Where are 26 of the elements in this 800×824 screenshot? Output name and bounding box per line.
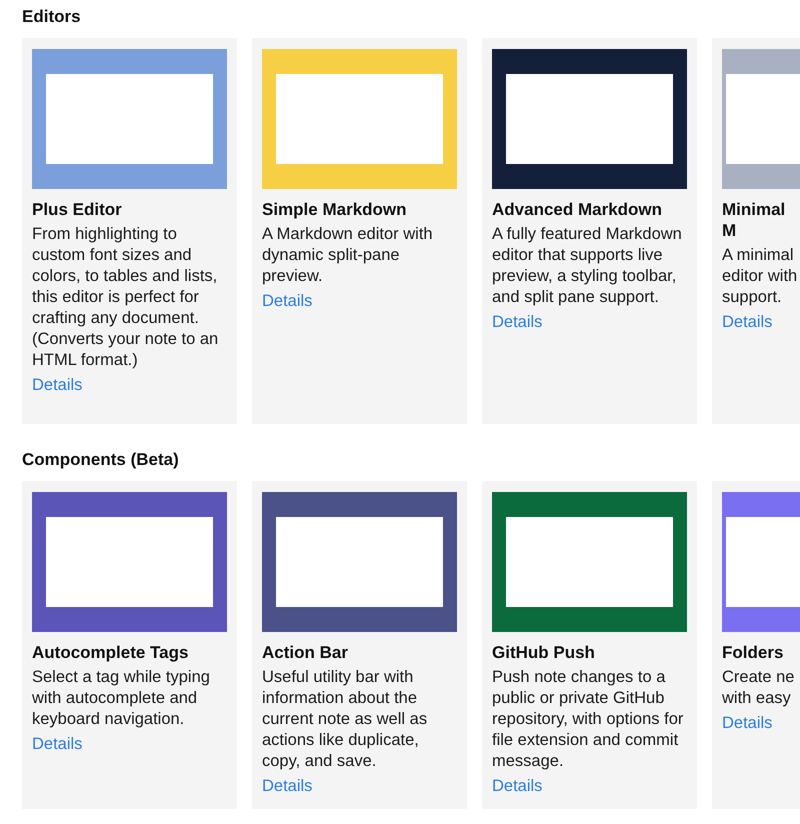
card-description: Push note changes to a public or private GitHub repository, with options for file extension and commit message. (492, 667, 684, 772)
card-title: GitHub Push (492, 642, 596, 663)
details-link[interactable]: Details (722, 713, 772, 734)
card-title: Autocomplete Tags (32, 642, 190, 663)
card-title: Advanced Markdown (492, 199, 664, 220)
section-heading: Components (Beta) (22, 449, 180, 471)
card-description: A minimal editor with support. (722, 245, 798, 308)
details-link[interactable]: Details (32, 375, 82, 396)
details-link[interactable]: Details (262, 776, 312, 797)
card-description: A Markdown editor with dynamic split-pane preview. (262, 224, 434, 287)
details-link[interactable]: Details (262, 291, 312, 312)
details-link[interactable]: Details (492, 776, 542, 797)
details-link[interactable]: Details (492, 312, 542, 333)
card-description: Select a tag while typing with autocomplete and keyboard navigation. (32, 667, 211, 730)
card-title: Simple Markdown (262, 199, 408, 220)
details-link[interactable]: Details (722, 312, 772, 333)
card-description: Create ne with easy (722, 667, 796, 709)
card-title: Action Bar (262, 642, 349, 663)
card-description: From highlighting to custom font sizes and colors, to tables and lists, this editor is perfect for crafting any document. (Converts your note to an HTML format.) (32, 224, 220, 371)
card-description: A fully featured Markdown editor that supports live preview, a styling toolbar, and split pane support. (492, 224, 683, 308)
card-title: Folders (722, 642, 784, 663)
card-description: Useful utility bar with information about the current note as well as actions like duplicate, copy, and save. (262, 667, 428, 772)
details-link[interactable]: Details (32, 734, 82, 755)
card-title: Plus Editor (32, 199, 123, 220)
card-title: Minimal M (722, 199, 786, 241)
section-heading: Editors (22, 6, 82, 28)
